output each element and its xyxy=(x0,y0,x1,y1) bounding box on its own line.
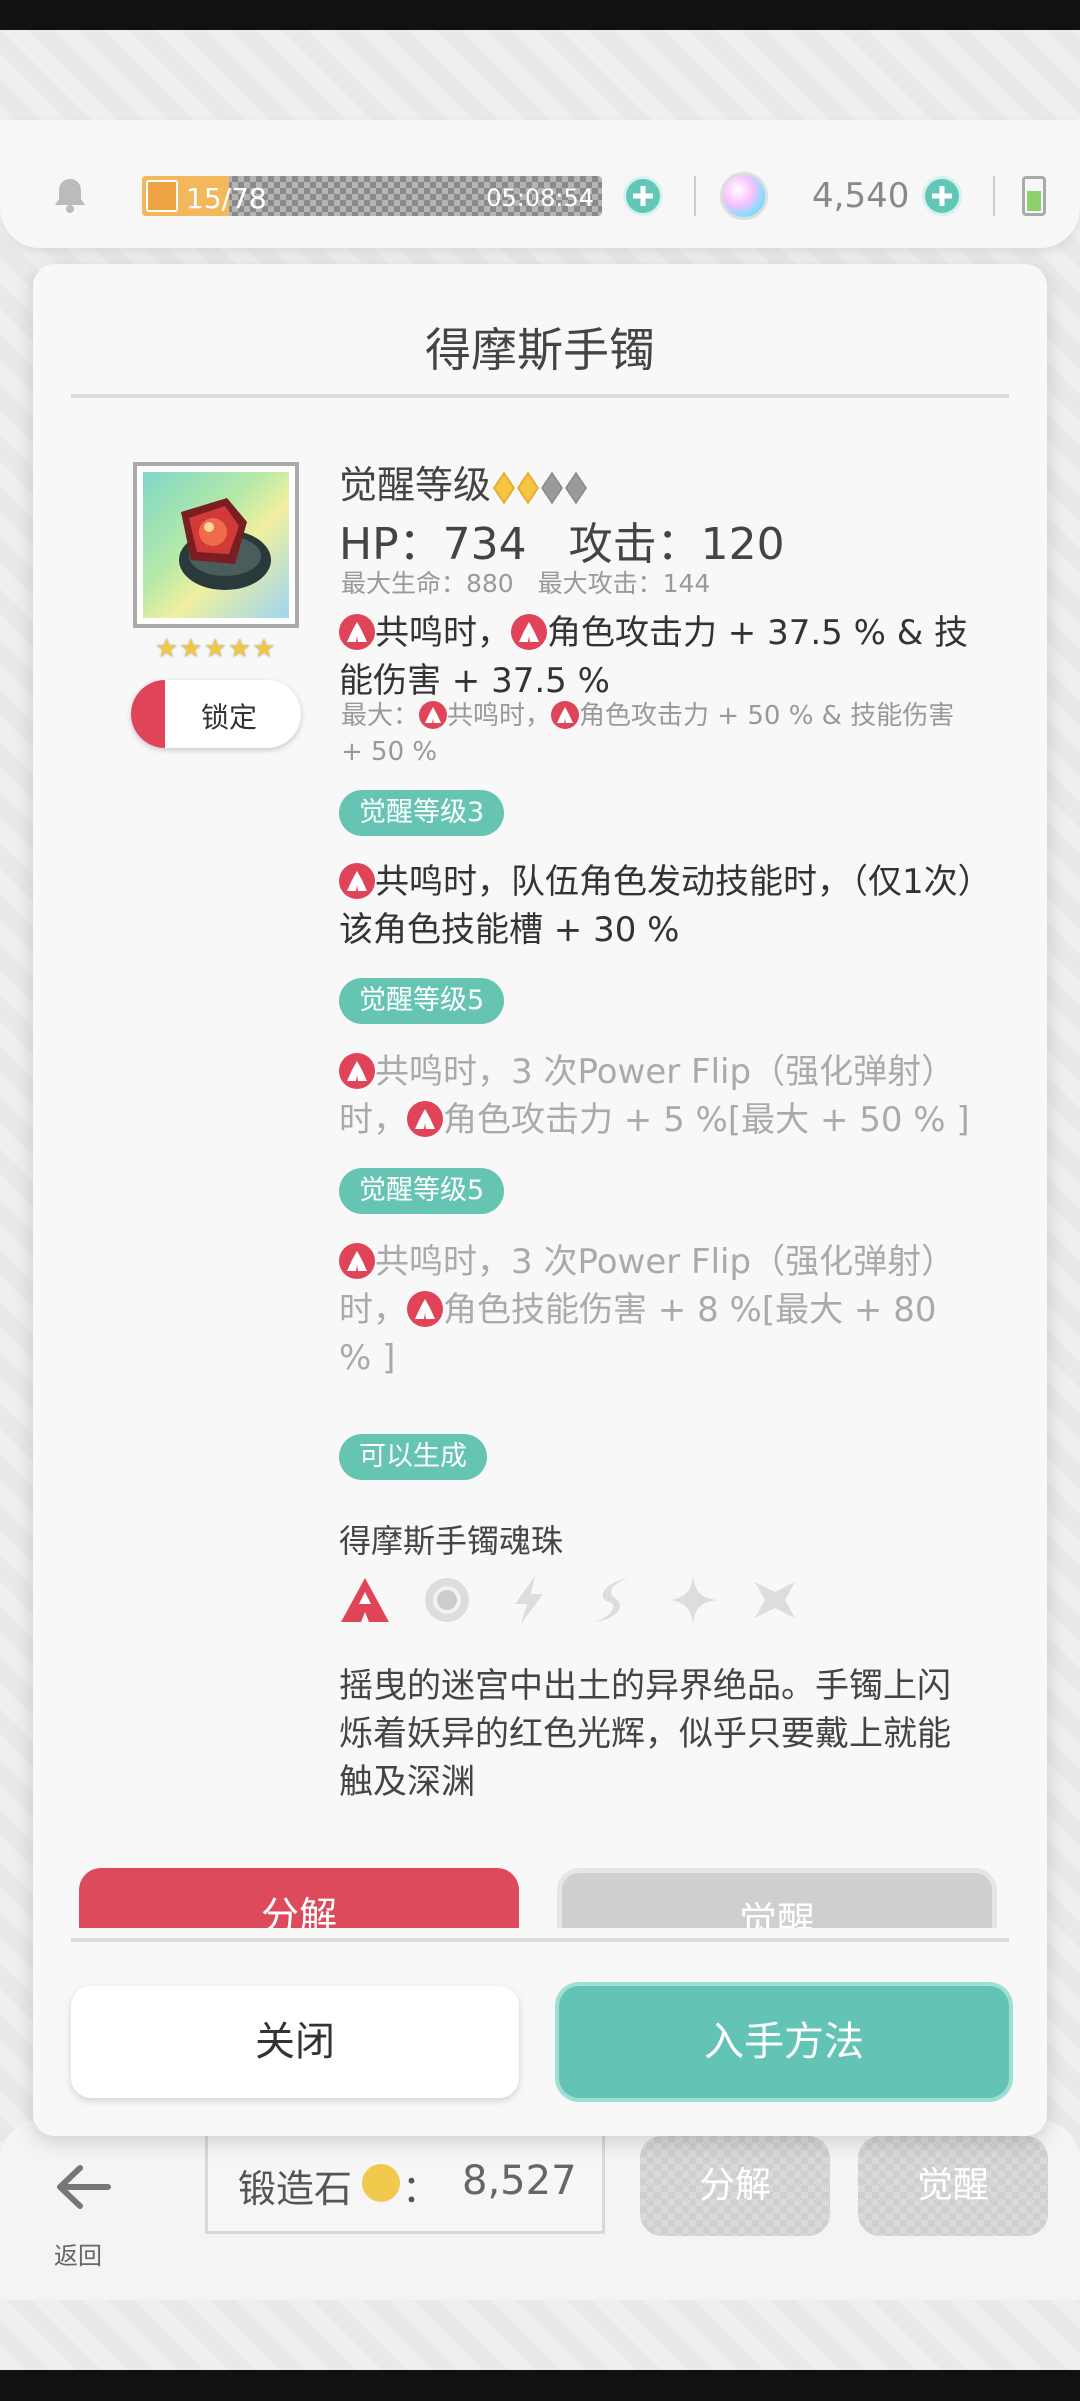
bell-icon[interactable] xyxy=(50,175,90,215)
back-label[interactable]: 返回 xyxy=(54,2236,102,2271)
fire-element-icon xyxy=(339,1053,375,1089)
divider xyxy=(694,176,696,216)
forge-stone-value: 8,527 xyxy=(462,2158,577,2204)
add-gem-button[interactable] xyxy=(922,176,962,216)
fire-element-icon xyxy=(407,1101,443,1137)
hp-value: 734 xyxy=(442,519,527,570)
navigation-bar xyxy=(0,2370,1080,2401)
atk-label: 攻击： xyxy=(568,519,701,570)
bracelet-icon xyxy=(143,472,289,618)
fire-element-icon xyxy=(551,701,580,729)
thunder-icon xyxy=(515,1576,543,1624)
light-icon xyxy=(425,1578,469,1622)
effect-awaken-5a: 共鸣时，3 次Power Flip（强化弹射）时， 角色攻击力 + 5 %[最大 … xyxy=(339,1052,970,1140)
fire-element-icon xyxy=(407,1291,443,1327)
dark-icon xyxy=(755,1582,795,1618)
fire-element-icon xyxy=(419,701,448,729)
awaken-diamond-filled-icon xyxy=(517,471,539,504)
element-icons xyxy=(339,1574,799,1634)
max-hp: 最大生命：880 xyxy=(341,569,514,598)
back-arrow-icon[interactable] xyxy=(52,2162,112,2212)
bg-decompose-button: 分解 xyxy=(640,2136,830,2236)
atk-value: 120 xyxy=(700,519,785,570)
wind-icon xyxy=(591,1578,629,1622)
forge-stone-colon: ： xyxy=(402,2167,441,2211)
lock-label: 锁定 xyxy=(201,701,258,734)
status-bar xyxy=(0,0,1080,30)
awaken-diamond-filled-icon xyxy=(493,471,515,504)
bg-awaken-button: 觉醒 xyxy=(858,2136,1048,2236)
rarity-stars: ★★★★★ xyxy=(155,634,277,664)
awaken-level-5-tag-2: 觉醒等级5 xyxy=(339,1168,505,1214)
forge-stone-icon xyxy=(362,2164,400,2202)
title-divider xyxy=(71,394,1009,398)
lock-button[interactable]: 锁定 xyxy=(131,680,301,748)
close-button[interactable]: 关闭 xyxy=(71,1986,519,2098)
max-atk: 最大攻击：144 xyxy=(537,569,711,598)
gem-icon xyxy=(720,172,768,220)
fire-element-icon xyxy=(511,614,547,650)
effect-awaken-3: 共鸣时，队伍角色发动技能时，（仅1次）该角色技能槽 + 30 % xyxy=(339,862,975,950)
can-generate-tag: 可以生成 xyxy=(339,1434,487,1480)
footer-divider xyxy=(71,1938,1009,1942)
effect-main: 共鸣时， 角色攻击力 + 37.5 % & 技能伤害 + 37.5 % xyxy=(339,613,969,701)
hp-label: HP： xyxy=(339,519,443,570)
forge-stone-label: 锻造石 xyxy=(238,2167,353,2211)
energy-count: 15/78 xyxy=(186,182,267,215)
divider xyxy=(993,176,995,216)
energy-timer: 05:08:54 xyxy=(486,184,594,212)
gem-count: 4,540 xyxy=(812,176,910,216)
stats-line: HP：734 攻击：120 xyxy=(339,508,785,572)
awaken-diamonds xyxy=(491,463,587,507)
star-icon xyxy=(669,1576,717,1624)
soul-name: 得摩斯手镯魂珠 xyxy=(339,1522,564,1560)
fire-element-icon xyxy=(339,863,375,899)
fire-element-icon xyxy=(339,1243,375,1279)
item-description: 摇曳的迷宫中出土的异界绝品。手镯上闪烁着妖异的红色光辉，似乎只要戴上就能触及深渊 xyxy=(339,1666,951,1802)
energy-bar: 15/78 05:08:54 xyxy=(142,176,602,216)
awaken-diamond-empty-icon xyxy=(565,471,587,504)
item-image-frame xyxy=(133,462,299,628)
battery-icon xyxy=(1022,176,1046,216)
effect-max: 最大： 共鸣时， 角色攻击力 + 50 % & 技能伤害 + 50 % xyxy=(341,701,955,767)
awaken-level-3-tag: 觉醒等级3 xyxy=(339,790,505,836)
fire-icon xyxy=(341,1578,389,1622)
max-stats: 最大生命：880 最大攻击：144 xyxy=(341,564,710,600)
add-energy-button[interactable] xyxy=(623,176,663,216)
effect-awaken-5b: 共鸣时，3 次Power Flip（强化弹射）时， 角色技能伤害 + 8 %[最大… xyxy=(339,1242,956,1378)
obtain-method-button[interactable]: 入手方法 xyxy=(559,1986,1009,2098)
dialog-title: 得摩斯手镯 xyxy=(425,323,655,377)
awaken-diamond-empty-icon xyxy=(541,471,563,504)
fire-element-icon xyxy=(339,614,375,650)
awaken-level-title: 觉醒等级 xyxy=(339,454,587,509)
item-detail-dialog: 得摩斯手镯 ★★★★★ 锁定 觉醒等级 HP：734 攻击：120 最大生命：8… xyxy=(33,264,1047,2136)
awaken-level-label: 觉醒等级 xyxy=(339,463,492,507)
awaken-level-5-tag: 觉醒等级5 xyxy=(339,978,505,1024)
lightning-icon xyxy=(146,180,178,212)
